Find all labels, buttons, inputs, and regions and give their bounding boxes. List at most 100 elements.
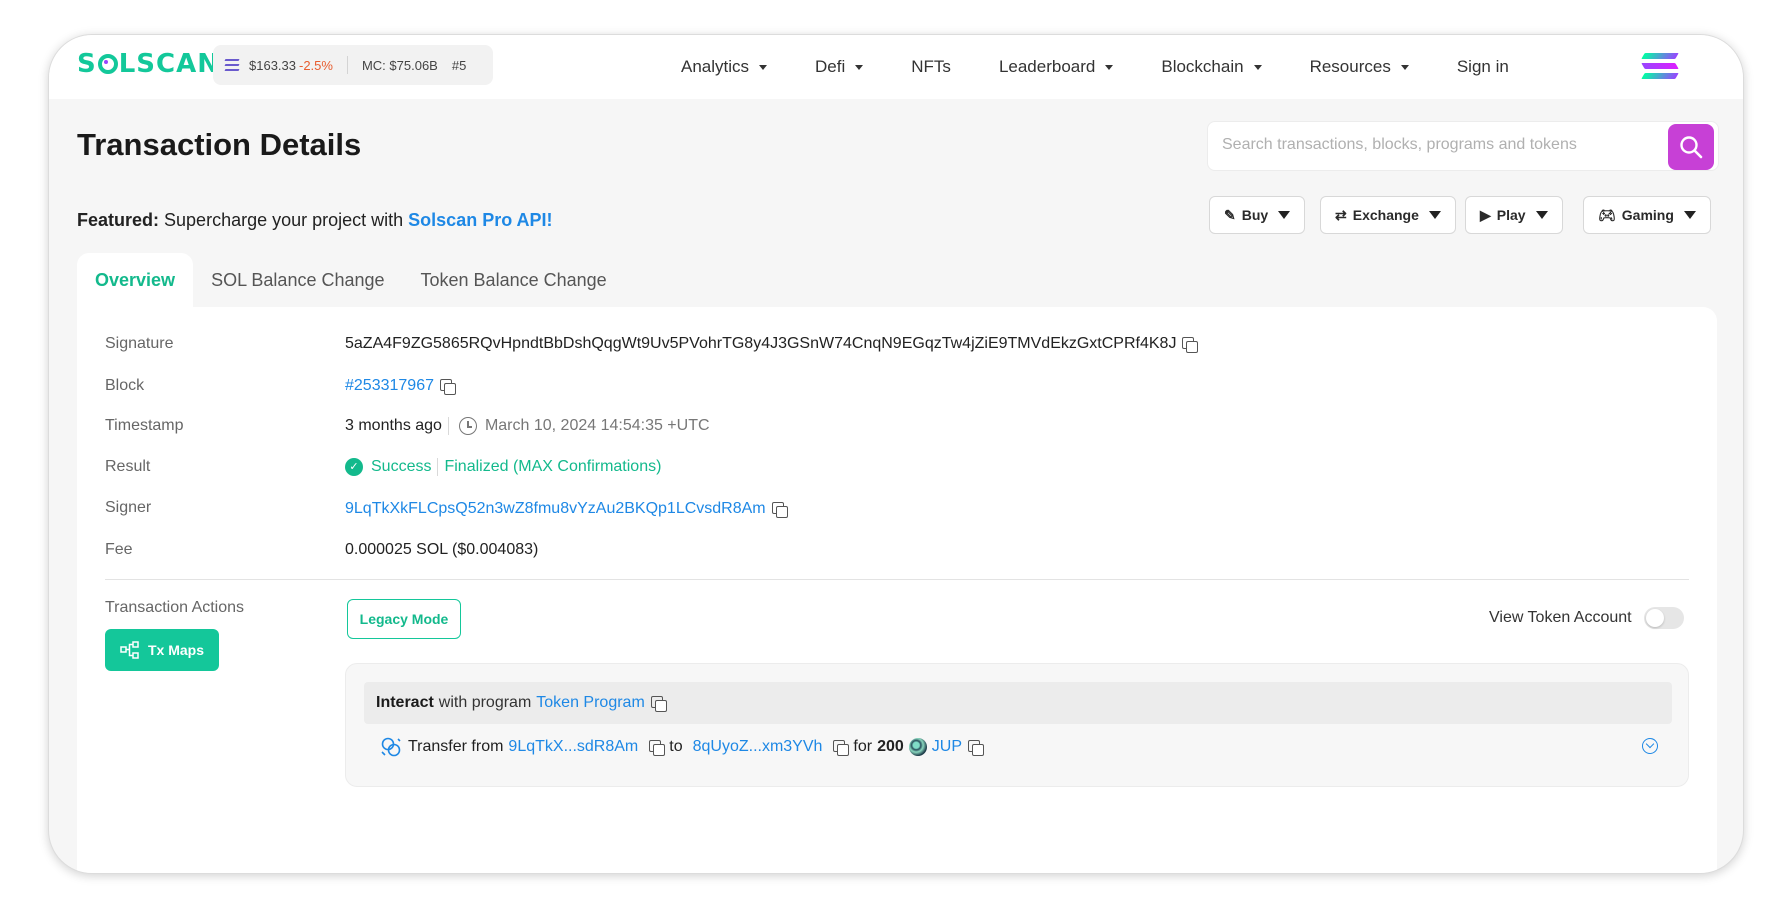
tx-maps-button[interactable]: Tx Maps [105,629,219,671]
copy-icon[interactable] [1182,336,1199,353]
nav-defi[interactable]: Defi [815,57,864,77]
featured-text: Supercharge your project with [164,210,404,230]
caret-down-icon [1683,211,1696,219]
divider [447,417,449,435]
finalized-badge: Finalized (MAX Confirmations) [444,458,662,475]
interact-header: Interact with program Token Program [364,682,1672,724]
instruction-box: Interact with program Token Program Tran… [345,663,1689,787]
signature-value-wrap: 5aZA4F9ZG5865RQvHpndtBbDshQqgWt9Uv5PVohr… [345,335,1199,353]
tab-sol-balance-change[interactable]: SOL Balance Change [193,253,402,307]
caret-down-icon [1278,211,1291,219]
copy-icon[interactable] [649,739,666,756]
fee-value-wrap: 0.000025 SOL ($0.004083) [345,541,538,559]
fee-label: Fee [105,541,133,558]
buy-label: Buy [1241,207,1269,223]
play-screen-icon: ▶ [1480,206,1491,223]
gamepad-icon: 🎮︎ [1598,206,1616,223]
view-token-account-label: View Token Account [1489,609,1632,626]
fee-row: Fee [105,541,133,559]
copy-icon[interactable] [968,739,985,756]
interact-text: with program [438,694,532,711]
view-token-account-toggle[interactable] [1643,607,1684,629]
nav-label: NFTs [911,57,951,76]
signer-link[interactable]: 9LqTkXkFLCpsQ52n3wZ8fmu8vYzAu2BKQp1LCvsd… [345,500,766,518]
solana-logo-icon[interactable] [1641,53,1679,79]
search-button[interactable] [1668,124,1714,170]
signer-value-wrap: 9LqTkXkFLCpsQ52n3wZ8fmu8vYzAu2BKQp1LCvsd… [345,500,788,518]
nav-label: Blockchain [1161,57,1244,76]
browser-frame: S LSCAN $163.33 -2.5% MC: $75.06B #5 Anal… [48,34,1744,874]
top-navbar: S LSCAN $163.33 -2.5% MC: $75.06B #5 Anal… [49,35,1743,99]
program-link[interactable]: Token Program [536,694,645,712]
caret-down-icon [759,64,768,70]
caret-down-icon [1253,64,1262,70]
block-label: Block [105,377,145,394]
nav-resources[interactable]: Resources [1310,57,1409,77]
result-row: Result [105,458,150,476]
view-token-account-toggle-wrap: View Token Account [1489,607,1684,629]
to-address-link[interactable]: 8qUyoZ...xm3YVh [693,738,823,756]
featured-link[interactable]: Solscan Pro API! [408,210,552,230]
search-input[interactable] [1222,136,1642,154]
from-address-link[interactable]: 9LqTkX...sdR8Am [508,738,638,756]
rank: #5 [451,57,467,73]
nav-nfts[interactable]: NFTs [911,57,951,77]
copy-icon[interactable] [439,378,456,395]
timestamp-label: Timestamp [105,417,184,434]
signature-label: Signature [105,335,174,352]
nav-label: Resources [1309,57,1391,76]
featured-label: Featured: [77,210,160,230]
caret-down-icon [1535,211,1548,219]
copy-icon[interactable] [650,695,667,712]
market-cap: MC: $75.06B [361,57,438,73]
play-label: Play [1496,207,1526,223]
sign-in-link[interactable]: Sign in [1457,57,1509,77]
solana-icon [224,59,240,71]
sol-price-pill[interactable]: $163.33 -2.5% MC: $75.06B #5 [213,45,493,85]
nav-label: Sign in [1456,57,1509,76]
featured-banner: Featured: Supercharge your project with … [77,210,553,231]
fee-value: 0.000025 SOL ($0.004083) [345,541,539,558]
legacy-mode-button[interactable]: Legacy Mode [347,599,461,639]
block-value-wrap: #253317967 [345,377,456,395]
page-title: Transaction Details [77,127,362,162]
transaction-details-card: Signature 5aZA4F9ZG5865RQvHpndtBbDshQqgW… [77,307,1717,873]
to-label: to [669,738,683,755]
signer-label: Signer [105,499,152,516]
for-label: for [853,738,873,755]
search-bar[interactable] [1207,121,1719,171]
signature-value: 5aZA4F9ZG5865RQvHpndtBbDshQqgWt9Uv5PVohr… [345,335,1177,352]
tab-token-balance-change[interactable]: Token Balance Change [403,253,625,307]
nav-analytics[interactable]: Analytics [681,57,768,77]
transfer-amount: 200 [877,738,904,755]
buy-button[interactable]: ✎ Buy [1209,196,1306,234]
play-button[interactable]: ▶ Play [1465,196,1563,234]
interact-bold: Interact [376,694,434,711]
transaction-actions-row: Transaction Actions [105,599,244,617]
exchange-label: Exchange [1352,207,1419,223]
copy-icon[interactable] [771,501,788,518]
divider [437,458,439,476]
gaming-label: Gaming [1621,207,1674,223]
exchange-button[interactable]: ⇄ Exchange [1320,196,1456,234]
result-status-badge: Success [371,458,432,475]
tab-overview[interactable]: Overview [77,253,194,307]
solscan-logo[interactable]: S LSCAN [77,49,220,79]
clock-icon [458,417,477,435]
copy-icon[interactable] [833,739,850,756]
expand-chevron-icon[interactable] [1642,738,1658,754]
timestamp-absolute: March 10, 2024 14:54:35 +UTC [484,417,710,434]
nav-leaderboard[interactable]: Leaderboard [999,57,1114,77]
block-link[interactable]: #253317967 [345,377,434,395]
search-icon [1680,136,1703,159]
caret-down-icon [855,64,864,70]
nav-blockchain[interactable]: Blockchain [1161,57,1262,77]
nav-label: Analytics [681,57,750,76]
block-row: Block [105,377,144,395]
transfer-from-label: Transfer from [408,738,504,755]
transfer-line: Transfer from 9LqTkX...sdR8Am to 8qUyoZ.… [380,734,985,760]
tx-maps-label: Tx Maps [147,642,204,658]
gaming-button[interactable]: 🎮︎ Gaming [1583,196,1711,234]
token-link[interactable]: JUP [932,738,962,756]
caret-down-icon [1428,211,1441,219]
